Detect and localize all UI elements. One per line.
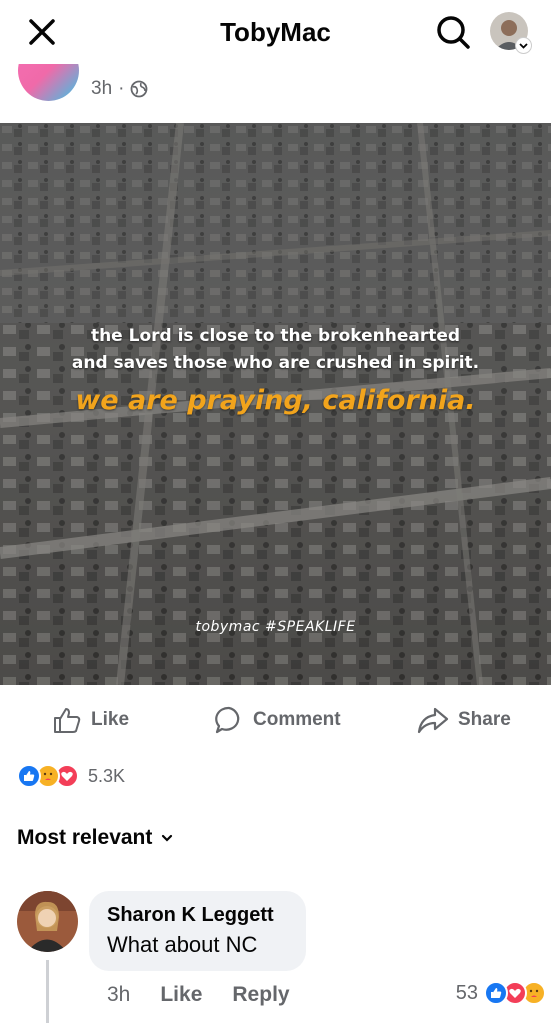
like-button[interactable]: Like — [52, 700, 129, 740]
comment-like-button[interactable]: Like — [160, 983, 202, 1007]
comment-reply-button[interactable]: Reply — [232, 983, 289, 1007]
search-button[interactable] — [433, 12, 473, 52]
post-image[interactable]: the Lord is close to the brokenhearted a… — [0, 123, 551, 685]
post-actions: Like Comment Share — [0, 700, 551, 740]
like-reaction-icon — [17, 764, 41, 788]
comment-sort-dropdown[interactable]: Most relevant — [17, 826, 174, 850]
like-label: Like — [91, 709, 130, 730]
comment-reaction-count: 53 — [455, 981, 478, 1004]
post-timestamp[interactable]: 3h · — [91, 78, 148, 100]
comment-label: Comment — [253, 709, 341, 730]
reaction-count: 5.3K — [88, 765, 126, 786]
globe-icon — [131, 80, 148, 98]
comment-meta: 3h Like Reply — [107, 983, 290, 1007]
thumbs-up-icon — [54, 708, 81, 733]
comment-author[interactable]: Sharon K Leggett — [107, 904, 306, 927]
comment-button[interactable]: Comment — [214, 700, 341, 740]
verse-line-1: the Lord is close to the brokenhearted — [90, 326, 461, 346]
reaction-summary[interactable]: 5.3K — [17, 762, 125, 790]
profile-menu-button[interactable] — [490, 12, 532, 54]
share-label: Share — [458, 709, 511, 730]
share-icon — [417, 707, 449, 734]
search-icon — [437, 16, 470, 49]
like-reaction-icon — [484, 981, 508, 1005]
comment-icon — [215, 706, 240, 734]
prayer-line: we are praying, california. — [75, 385, 476, 416]
comment-text: What about NC — [107, 932, 258, 957]
comment-time[interactable]: 3h — [107, 983, 130, 1007]
chevron-down-icon — [515, 37, 532, 54]
signature: tobymac #SPEAKLIFE — [195, 619, 356, 635]
sort-label: Most relevant — [17, 826, 153, 849]
share-button[interactable]: Share — [417, 700, 511, 740]
image-caption-overlay: the Lord is close to the brokenhearted a… — [0, 123, 551, 685]
post-time-text: 3h — [91, 78, 113, 99]
comment-reactions[interactable]: 53 — [455, 981, 546, 1005]
thread-line — [46, 960, 49, 1023]
chevron-down-icon — [162, 834, 173, 842]
verse-line-2: and saves those who are crushed in spiri… — [71, 353, 480, 373]
commenter-avatar[interactable] — [17, 891, 78, 952]
comment-bubble[interactable]: Sharon K Leggett What about NC — [89, 891, 306, 971]
top-bar: TobyMac — [0, 0, 551, 64]
